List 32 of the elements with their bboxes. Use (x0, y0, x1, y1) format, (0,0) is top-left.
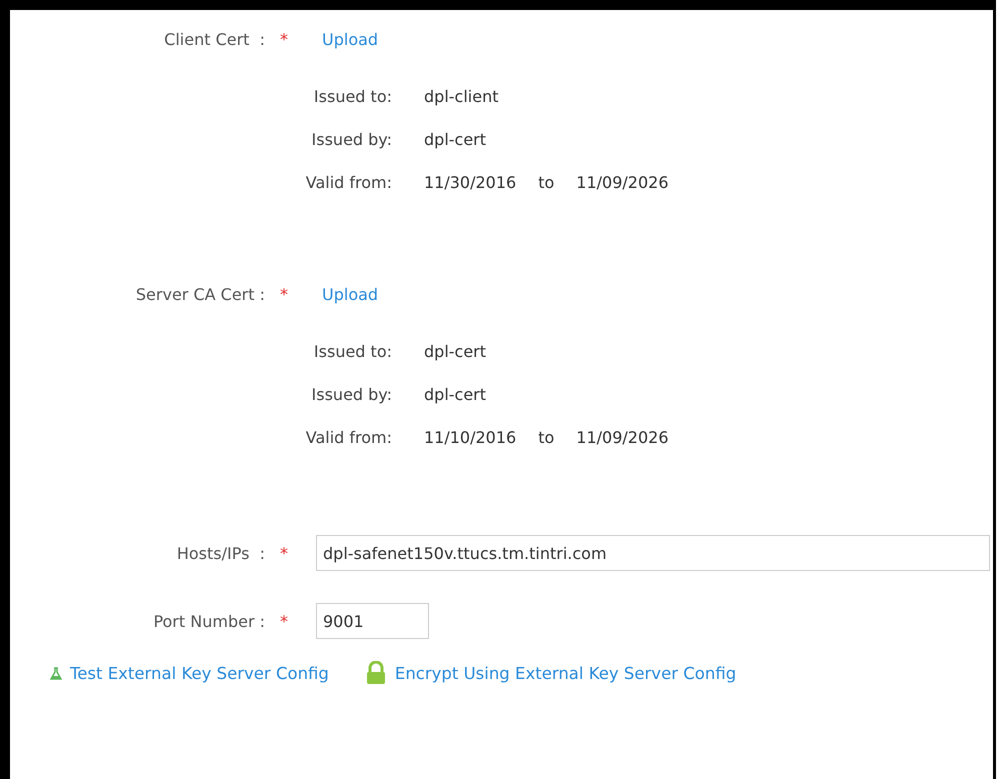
detail-value: dpl-client (424, 87, 498, 106)
detail-value: 11/09/2026 (576, 428, 668, 447)
detail-label: Issued by: (310, 385, 392, 404)
hosts-field[interactable]: dpl-safenet150v.ttucs.tm.tintri.com (316, 535, 990, 571)
action-link[interactable]: Test External Key Server Config (50, 664, 329, 682)
action-link[interactable]: Encrypt Using External Key Server Config (364, 661, 736, 685)
field-label: Port Number : (152, 612, 265, 630)
detail-joiner: to (538, 173, 554, 192)
required-mark: * (279, 30, 289, 49)
detail-label: Issued by: (310, 130, 392, 149)
detail-label: Valid from: (304, 173, 392, 192)
required-mark: * (279, 544, 289, 562)
field-label: Client Cert : (163, 30, 265, 49)
upload-link[interactable]: Upload (322, 285, 378, 304)
port-field[interactable]: 9001 (316, 603, 429, 639)
detail-value: dpl-cert (424, 342, 486, 361)
padlock-icon (364, 661, 387, 685)
required-mark: * (279, 612, 289, 630)
detail-label: Issued to: (312, 87, 392, 106)
detail-joiner: to (538, 428, 554, 447)
flask-icon (50, 666, 62, 680)
detail-label: Issued to: (312, 342, 392, 361)
field-label: Hosts/IPs : (176, 544, 265, 562)
upload-link[interactable]: Upload (322, 30, 378, 49)
field-label: Server CA Cert : (134, 285, 265, 304)
detail-value: 11/09/2026 (576, 173, 668, 192)
detail-value: 11/10/2016 (424, 428, 516, 447)
detail-value: 11/30/2016 (424, 173, 516, 192)
required-mark: * (279, 285, 289, 304)
detail-value: dpl-cert (424, 130, 486, 149)
detail-value: dpl-cert (424, 385, 486, 404)
detail-label: Valid from: (304, 428, 392, 447)
